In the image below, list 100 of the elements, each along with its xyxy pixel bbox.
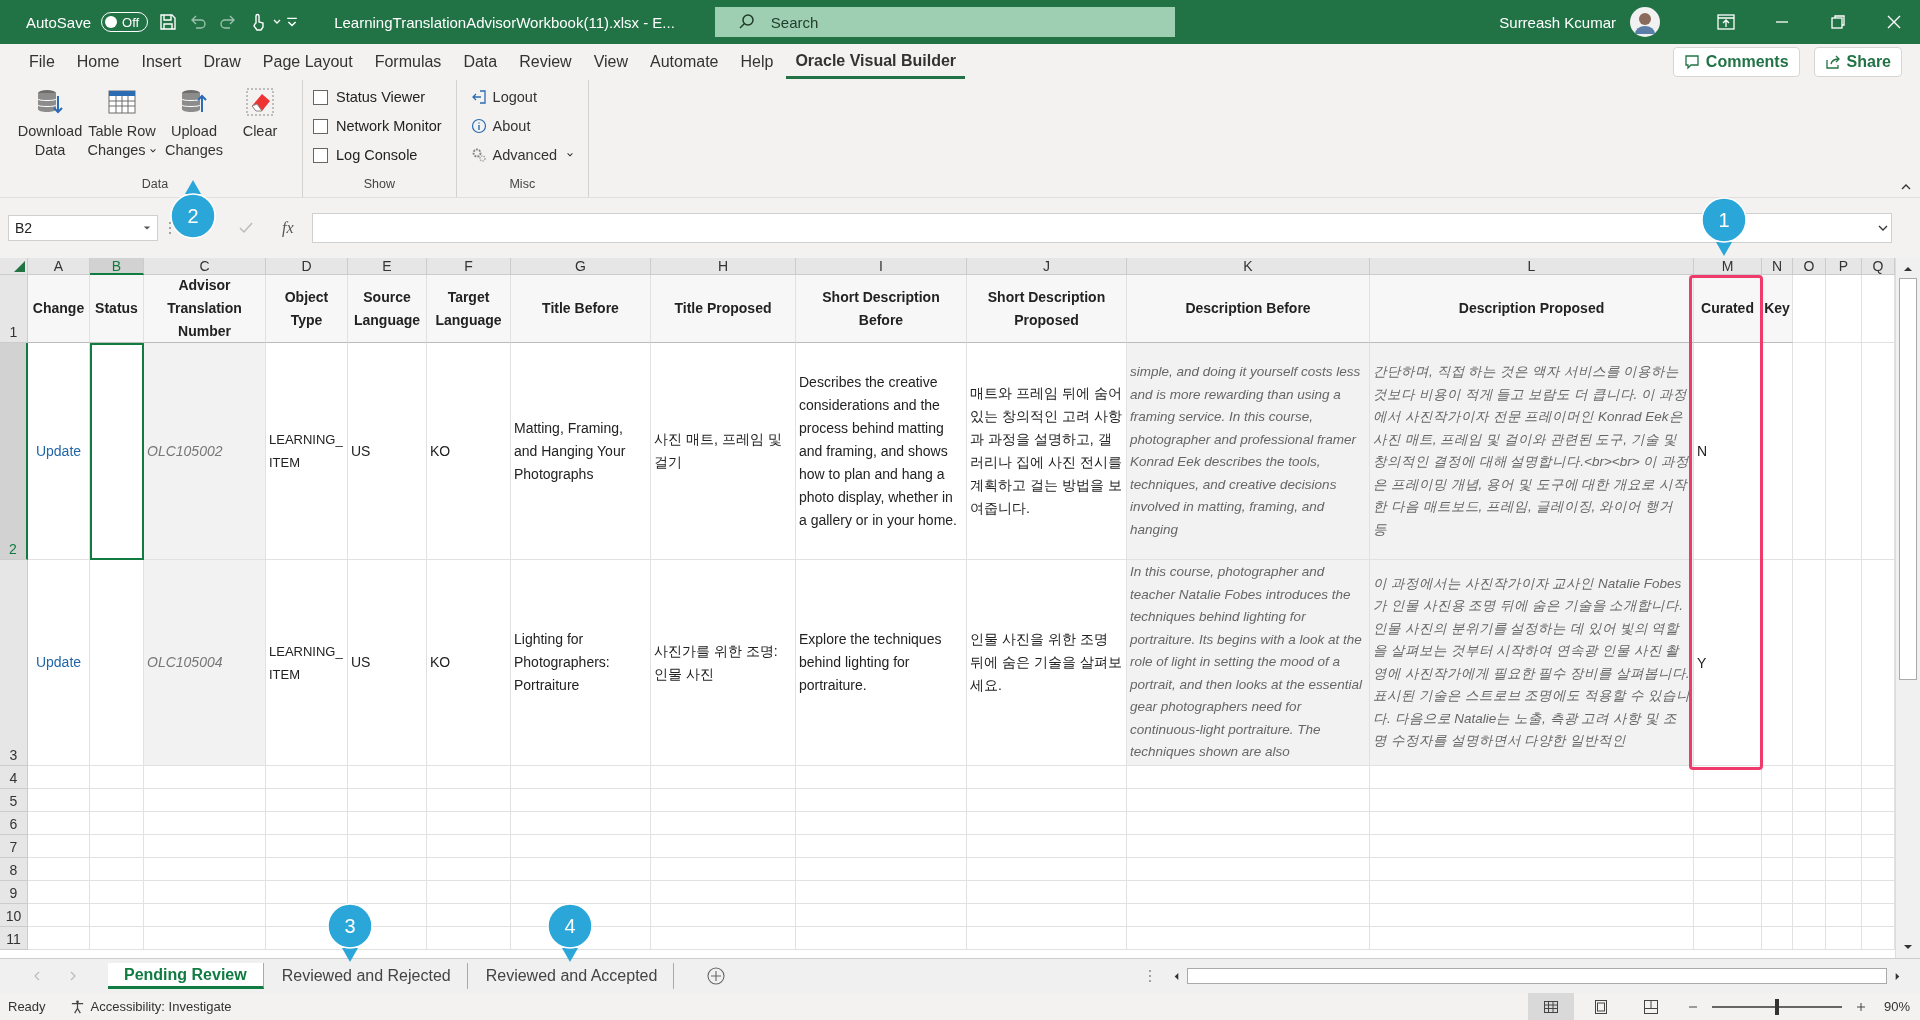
row-header[interactable]: 11 [0,927,28,950]
header-cell: Key [1762,275,1793,343]
column-header[interactable]: I [796,258,967,275]
row-header[interactable]: 4 [0,766,28,789]
menu-tab[interactable]: View [584,45,638,79]
table-cell: KO [427,560,511,766]
table-cell: LEARNING_ITEM [266,343,348,560]
header-cell: Advisor Translation Number [144,275,266,343]
table-cell: Lighting for Photographers: Portraiture [511,560,651,766]
column-header[interactable]: G [511,258,651,275]
ribbon-button[interactable]: Download Data [18,84,82,177]
status-text: Ready [8,999,46,1014]
insert-function-button[interactable]: fx [274,219,302,237]
sheet-tab[interactable]: Reviewed and Rejected [265,963,468,989]
header-cell: Object Type [266,275,348,343]
row-header[interactable]: 7 [0,835,28,858]
column-header[interactable]: O [1793,258,1826,275]
table-cell: simple, and doing it yourself costs less and is more rewarding than using a framing service. In this course, photographer and professional framer Konrad Eek describes the tools, techniques, and creative decisions involved in matting, framing, and hanging [1127,343,1370,560]
header-cell: Short Description Before [796,275,967,343]
row-header[interactable]: 6 [0,812,28,835]
group-label: Show [363,177,395,193]
menu-tab[interactable]: Data [454,45,507,79]
table-cell: 사진 매트, 프레임 및 걸기 [651,343,796,560]
header-cell: Curated [1694,275,1762,343]
table-cell: 간단하며, 직접 하는 것은 액자 서비스를 이용하는 것보다 비용이 적게 들고 보람도 더 큽니다. 이 과정에서 사진작가이자 전문 프레이머인 Konrad Eek은 사진 매트, 프레임 및 걸이와 관련된 도구, 기술 및 창의적인 결정에 대해 설명합니다.<br><br> 이 과정은 프레이밍 개념, 용어 및 도구에 대한 개요로 시작한 다음 매트보드, 프레임, 글레이징, 와이어 행거 등 [1370,343,1694,560]
menu-tab[interactable]: Formulas [365,45,451,79]
table-cell: LEARNING_ITEM [266,560,348,766]
column-header[interactable]: P [1826,258,1862,275]
share-button[interactable]: Share [1813,47,1902,77]
column-header[interactable]: E [348,258,427,275]
window-title: LearningTranslationAdvisorWorkbook(11).xlsx - E... [334,13,675,31]
menu-tab[interactable]: Draw [194,45,250,79]
change-link[interactable]: Update [35,651,82,674]
column-header[interactable]: L [1370,258,1694,275]
row-header[interactable]: 3 [0,560,28,766]
row-header[interactable]: 10 [0,904,28,927]
menu-tab[interactable]: Page Layout [253,45,362,79]
sheet-tab[interactable]: Pending Review [108,963,264,989]
header-cell: Source Language [348,275,427,343]
group-label: Data [141,177,169,193]
ribbon-command[interactable]: About [466,113,535,139]
row-header[interactable]: 1 [0,275,28,343]
menu-tab[interactable]: Review [510,45,581,79]
table-cell: US [348,560,427,766]
zoom-level[interactable]: 90% [1883,999,1910,1014]
header-cell: Target Language [427,275,511,343]
ribbon-command[interactable]: Logout [466,84,541,110]
table-cell: Explore the techniques behind lighting for portraiture. [796,560,967,766]
menu-tab[interactable]: Home [67,45,129,79]
group-label: Misc [509,177,536,193]
ribbon-command[interactable]: Advanced [466,142,579,168]
ribbon-button[interactable]: Clear [228,84,292,177]
header-cell: Status [90,275,144,343]
name-box[interactable]: B2 [15,220,33,236]
menu-tab[interactable]: Help [731,45,783,79]
table-cell: US [348,343,427,560]
ribbon-button[interactable]: Upload Changes [162,84,226,177]
column-header[interactable]: D [266,258,348,275]
table-cell: In this course, photographer and teacher Natalie Fobes introduces the techniques behind lighting for portraiture. Its begins with a look at the role of light in setting the mood of a portrait, and then looks at the essential gear photographers need for continuous-light portraiture. The techniques shown are also [1127,560,1370,766]
table-cell: Describes the creative considerations and the process behind matting and framing, and shows how to plan and hang a photo display, whether in a gallery or in your home. [796,343,967,560]
id-cell: OLC105002 [144,343,266,560]
row-header[interactable]: 5 [0,789,28,812]
autosave-label: AutoSave [26,13,92,31]
column-header[interactable]: Q [1862,258,1895,275]
ribbon-checkbox[interactable]: Log Console [313,142,422,168]
column-header[interactable]: N [1762,258,1793,275]
header-cell: Title Proposed [651,275,796,343]
change-link[interactable]: Update [35,439,82,463]
ribbon-checkbox[interactable]: Status Viewer [313,84,430,110]
row-header[interactable]: 8 [0,858,28,881]
header-cell: Description Proposed [1370,275,1694,343]
menu-tab[interactable]: Automate [641,45,728,79]
search-field[interactable]: Search [714,7,1175,37]
column-header[interactable]: J [967,258,1127,275]
ribbon-checkbox[interactable]: Network Monitor [313,113,446,139]
menu-tab[interactable]: Oracle Visual Builder [786,45,966,79]
table-cell: 사진가를 위한 조명: 인물 사진 [651,560,796,766]
header-cell: Title Before [511,275,651,343]
table-cell: KO [427,343,511,560]
table-cell: N [1694,343,1762,560]
table-cell: Matting, Framing, and Hanging Your Photographs [511,343,651,560]
id-cell: OLC105004 [144,560,266,766]
column-header[interactable]: M [1694,258,1762,275]
column-header[interactable]: K [1127,258,1370,275]
ribbon-button[interactable]: Table Row Changes [84,84,160,177]
menu-tab[interactable]: File [20,45,64,79]
header-cell: Description Before [1127,275,1370,343]
column-header[interactable]: H [651,258,796,275]
column-header[interactable]: A [28,258,90,275]
row-header[interactable]: 2 [0,343,28,560]
header-cell: Change [28,275,90,343]
accessibility-status[interactable]: Accessibility: Investigate [69,999,232,1014]
column-header[interactable]: C [144,258,266,275]
sheet-tab[interactable]: Reviewed and Accepted [469,963,675,989]
menu-tab[interactable]: Insert [132,45,191,79]
user-name: Surreash Kcumar [1499,13,1616,31]
table-cell: Y [1694,560,1762,766]
row-header[interactable]: 9 [0,881,28,904]
column-header[interactable]: F [427,258,511,275]
comments-button[interactable]: Comments [1672,47,1800,77]
